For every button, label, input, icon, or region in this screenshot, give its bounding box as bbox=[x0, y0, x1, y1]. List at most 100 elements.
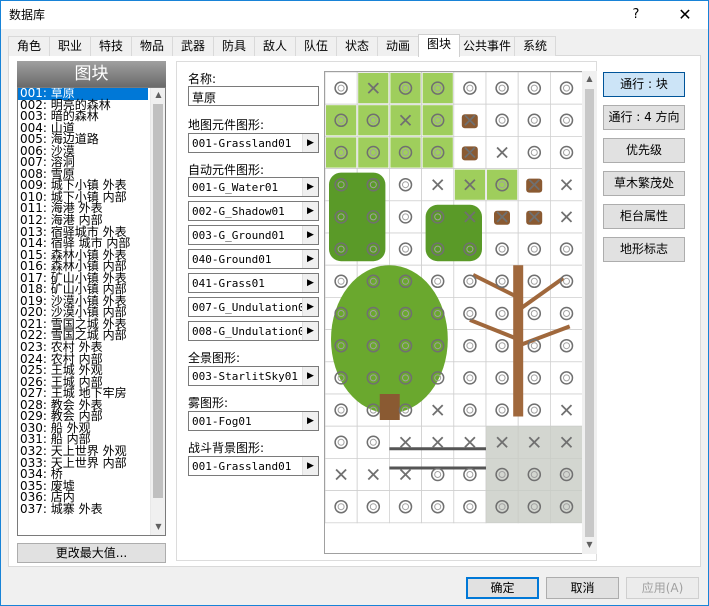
change-max-button[interactable]: 更改最大值... bbox=[17, 543, 166, 563]
browse-arrow-icon[interactable]: ▶ bbox=[302, 274, 318, 292]
autotile-field-4[interactable]: 040-Ground01 ▶ bbox=[188, 249, 319, 269]
browse-arrow-icon[interactable]: ▶ bbox=[302, 457, 318, 475]
scroll-up-icon[interactable]: ▲ bbox=[582, 72, 597, 86]
tileset-preview[interactable] bbox=[324, 71, 597, 554]
apply-button[interactable]: 应用(A) bbox=[626, 577, 699, 599]
autotile-field-1[interactable]: 001-G_Water01 ▶ bbox=[188, 177, 319, 197]
tab-12[interactable]: 系统 bbox=[514, 36, 556, 56]
tileset-list[interactable]: 001: 草原 002: 明亮的森林 003: 暗的森林 004: 山道 005: 海边… bbox=[17, 87, 166, 536]
cancel-button[interactable]: 取消 bbox=[546, 577, 619, 599]
fog-field[interactable]: 001-Fog01 ▶ bbox=[188, 411, 319, 431]
autotile-field-2[interactable]: 002-G_Shadow01 ▶ bbox=[188, 201, 319, 221]
tile-cell bbox=[356, 490, 390, 524]
tab-6[interactable]: 敌人 bbox=[254, 36, 296, 56]
tileset-scrollbar[interactable]: ▲ ▼ bbox=[582, 71, 597, 554]
close-button[interactable]: ✕ bbox=[662, 1, 708, 29]
browse-arrow-icon[interactable]: ▶ bbox=[302, 250, 318, 268]
side-button-4[interactable]: 柜台属性 bbox=[603, 204, 685, 229]
tile-cell bbox=[517, 72, 551, 105]
browse-arrow-icon[interactable]: ▶ bbox=[302, 367, 318, 385]
map-tileset-label: 地图元件图形: bbox=[188, 118, 265, 132]
side-button-3[interactable]: 草木繁茂处 bbox=[603, 171, 685, 196]
tile-cell bbox=[485, 72, 519, 105]
map-tileset-field[interactable]: 001-Grassland01 ▶ bbox=[188, 133, 319, 153]
grass-tile bbox=[390, 73, 421, 104]
tile-cell bbox=[549, 296, 583, 330]
browse-arrow-icon[interactable]: ▶ bbox=[302, 134, 318, 152]
scroll-down-icon[interactable]: ▼ bbox=[582, 538, 597, 552]
autotile-field-7[interactable]: 008-G_Undulation02 ▶ bbox=[188, 321, 319, 341]
grass-block bbox=[329, 172, 386, 262]
grass-tile bbox=[487, 169, 518, 200]
tile-cell bbox=[325, 490, 358, 524]
autotile-field-5[interactable]: 041-Grass01 ▶ bbox=[188, 273, 319, 293]
battleback-field[interactable]: 001-Grassland01 ▶ bbox=[188, 456, 319, 476]
tile-cell bbox=[325, 393, 358, 427]
tree-trunk bbox=[379, 394, 400, 420]
browse-arrow-icon[interactable]: ▶ bbox=[302, 178, 318, 196]
tab-0[interactable]: 角色 bbox=[8, 36, 50, 56]
tab-9[interactable]: 动画 bbox=[377, 36, 419, 56]
tile-cell bbox=[517, 232, 551, 266]
tileset-canvas[interactable] bbox=[325, 72, 583, 553]
tile-cell bbox=[453, 264, 487, 298]
tab-5[interactable]: 防具 bbox=[213, 36, 255, 56]
side-button-1[interactable]: 通行 : 4 方向 bbox=[603, 105, 685, 130]
browse-arrow-icon[interactable]: ▶ bbox=[302, 322, 318, 340]
side-button-2[interactable]: 优先级 bbox=[603, 138, 685, 163]
tile-cell bbox=[549, 72, 583, 105]
tab-8[interactable]: 状态 bbox=[336, 36, 378, 56]
tile-cell bbox=[389, 232, 423, 266]
side-button-0[interactable]: 通行 : 块 bbox=[603, 72, 685, 97]
help-button[interactable]: ? bbox=[613, 1, 659, 29]
tile-cell bbox=[453, 490, 487, 524]
tile-cell bbox=[549, 103, 583, 137]
tile-cell bbox=[453, 329, 487, 363]
tile-cell bbox=[517, 103, 551, 137]
tile-cell bbox=[549, 232, 583, 266]
tab-3[interactable]: 物品 bbox=[131, 36, 173, 56]
tile-cell bbox=[485, 103, 519, 137]
tab-4[interactable]: 武器 bbox=[172, 36, 214, 56]
browse-arrow-icon[interactable]: ▶ bbox=[302, 298, 318, 316]
browse-arrow-icon[interactable]: ▶ bbox=[302, 412, 318, 430]
grass-tile bbox=[326, 137, 357, 168]
tile-cell bbox=[453, 457, 487, 491]
tab-7[interactable]: 队伍 bbox=[295, 36, 337, 56]
autotile-field-6[interactable]: 007-G_Undulation01 ▶ bbox=[188, 297, 319, 317]
tile-cell bbox=[549, 361, 583, 395]
scroll-down-icon[interactable]: ▼ bbox=[151, 520, 165, 534]
tile-cell bbox=[421, 490, 455, 524]
tab-10[interactable]: 图块 bbox=[418, 34, 460, 57]
grass-tile bbox=[358, 105, 389, 136]
browse-arrow-icon[interactable]: ▶ bbox=[302, 202, 318, 220]
tab-2[interactable]: 特技 bbox=[90, 36, 132, 56]
tree-canopy bbox=[331, 265, 448, 414]
tile-cell bbox=[485, 232, 519, 266]
ok-button[interactable]: 确定 bbox=[466, 577, 539, 599]
side-button-5[interactable]: 地形标志 bbox=[603, 237, 685, 262]
grass-tile bbox=[422, 105, 453, 136]
tileset-list-items: 001: 草原 002: 明亮的森林 003: 暗的森林 004: 山道 005: 海边… bbox=[18, 88, 150, 515]
grass-tile bbox=[422, 137, 453, 168]
grass-tile bbox=[326, 105, 357, 136]
tile-cell bbox=[389, 200, 423, 234]
name-label: 名称: bbox=[188, 72, 217, 86]
scroll-thumb[interactable] bbox=[153, 104, 163, 498]
panorama-field[interactable]: 003-StarlitSky01 ▶ bbox=[188, 366, 319, 386]
autotile-field-3[interactable]: 003-G_Ground01 ▶ bbox=[188, 225, 319, 245]
name-field[interactable]: 草原 bbox=[188, 86, 319, 106]
browse-arrow-icon[interactable]: ▶ bbox=[302, 226, 318, 244]
tile-cell bbox=[549, 136, 583, 170]
list-item[interactable]: 037: 城寨 外表 bbox=[18, 503, 150, 516]
grass-tile bbox=[422, 73, 453, 104]
scroll-thumb[interactable] bbox=[585, 89, 594, 537]
scroll-up-icon[interactable]: ▲ bbox=[151, 88, 165, 102]
title-bar: 数据库 ? ✕ bbox=[1, 1, 708, 29]
tab-11[interactable]: 公共事件 bbox=[459, 36, 515, 56]
tile-cell bbox=[389, 168, 423, 202]
list-scrollbar[interactable]: ▲ ▼ bbox=[150, 88, 165, 535]
tile-cell bbox=[389, 490, 423, 524]
tab-1[interactable]: 职业 bbox=[49, 36, 91, 56]
tile-cell bbox=[453, 393, 487, 427]
